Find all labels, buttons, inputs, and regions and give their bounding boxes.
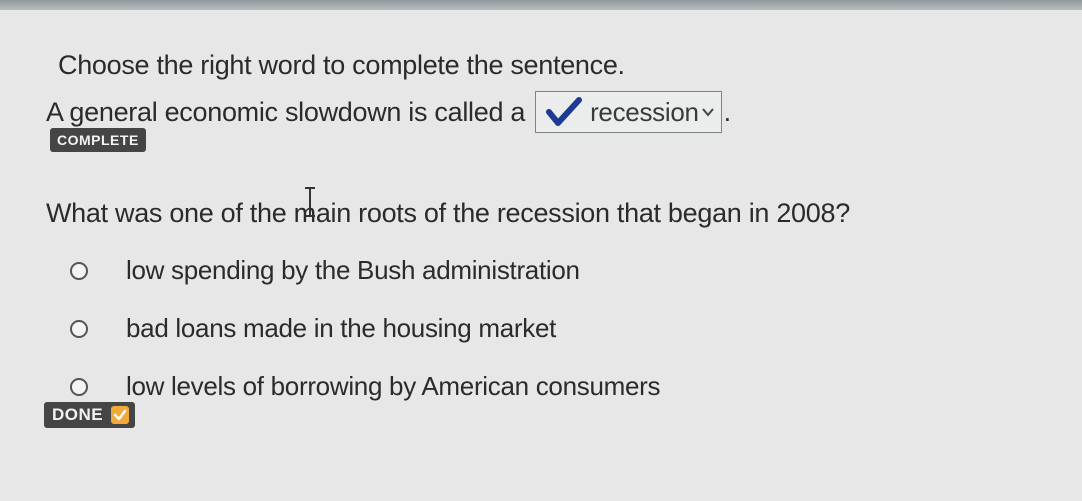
option-label: bad loans made in the housing market: [126, 313, 557, 343]
answer-option-2[interactable]: bad loans made in the housing market: [70, 313, 556, 344]
text-cursor-icon: [305, 187, 315, 217]
instruction-heading: Choose the right word to complete the se…: [58, 50, 625, 80]
sentence-text: A general economic slowdown is called a: [46, 96, 526, 127]
option-label: low spending by the Bush administration: [126, 255, 580, 285]
radio-button[interactable]: [70, 319, 88, 338]
question-text: What was one of the main roots of the re…: [46, 198, 850, 228]
dropdown-selected-value: recession: [590, 96, 699, 127]
complete-badge: COMPLETE: [50, 128, 146, 152]
answer-option-1[interactable]: low spending by the Bush administration: [70, 255, 580, 286]
check-icon: [111, 406, 130, 424]
radio-button[interactable]: [70, 261, 88, 280]
sentence-period: .: [723, 96, 732, 127]
check-icon: [546, 97, 583, 127]
fill-in-sentence: A general economic slowdown is called a …: [46, 91, 731, 133]
done-label: DONE: [52, 405, 104, 424]
answer-dropdown[interactable]: recession: [535, 91, 722, 133]
assignment-panel: Choose the right word to complete the se…: [0, 0, 1082, 501]
answer-option-3[interactable]: low levels of borrowing by American cons…: [70, 371, 660, 402]
option-label: low levels of borrowing by American cons…: [126, 371, 661, 401]
radio-button[interactable]: [70, 377, 88, 396]
chevron-down-icon: [701, 105, 715, 119]
done-button[interactable]: DONE: [44, 402, 136, 428]
